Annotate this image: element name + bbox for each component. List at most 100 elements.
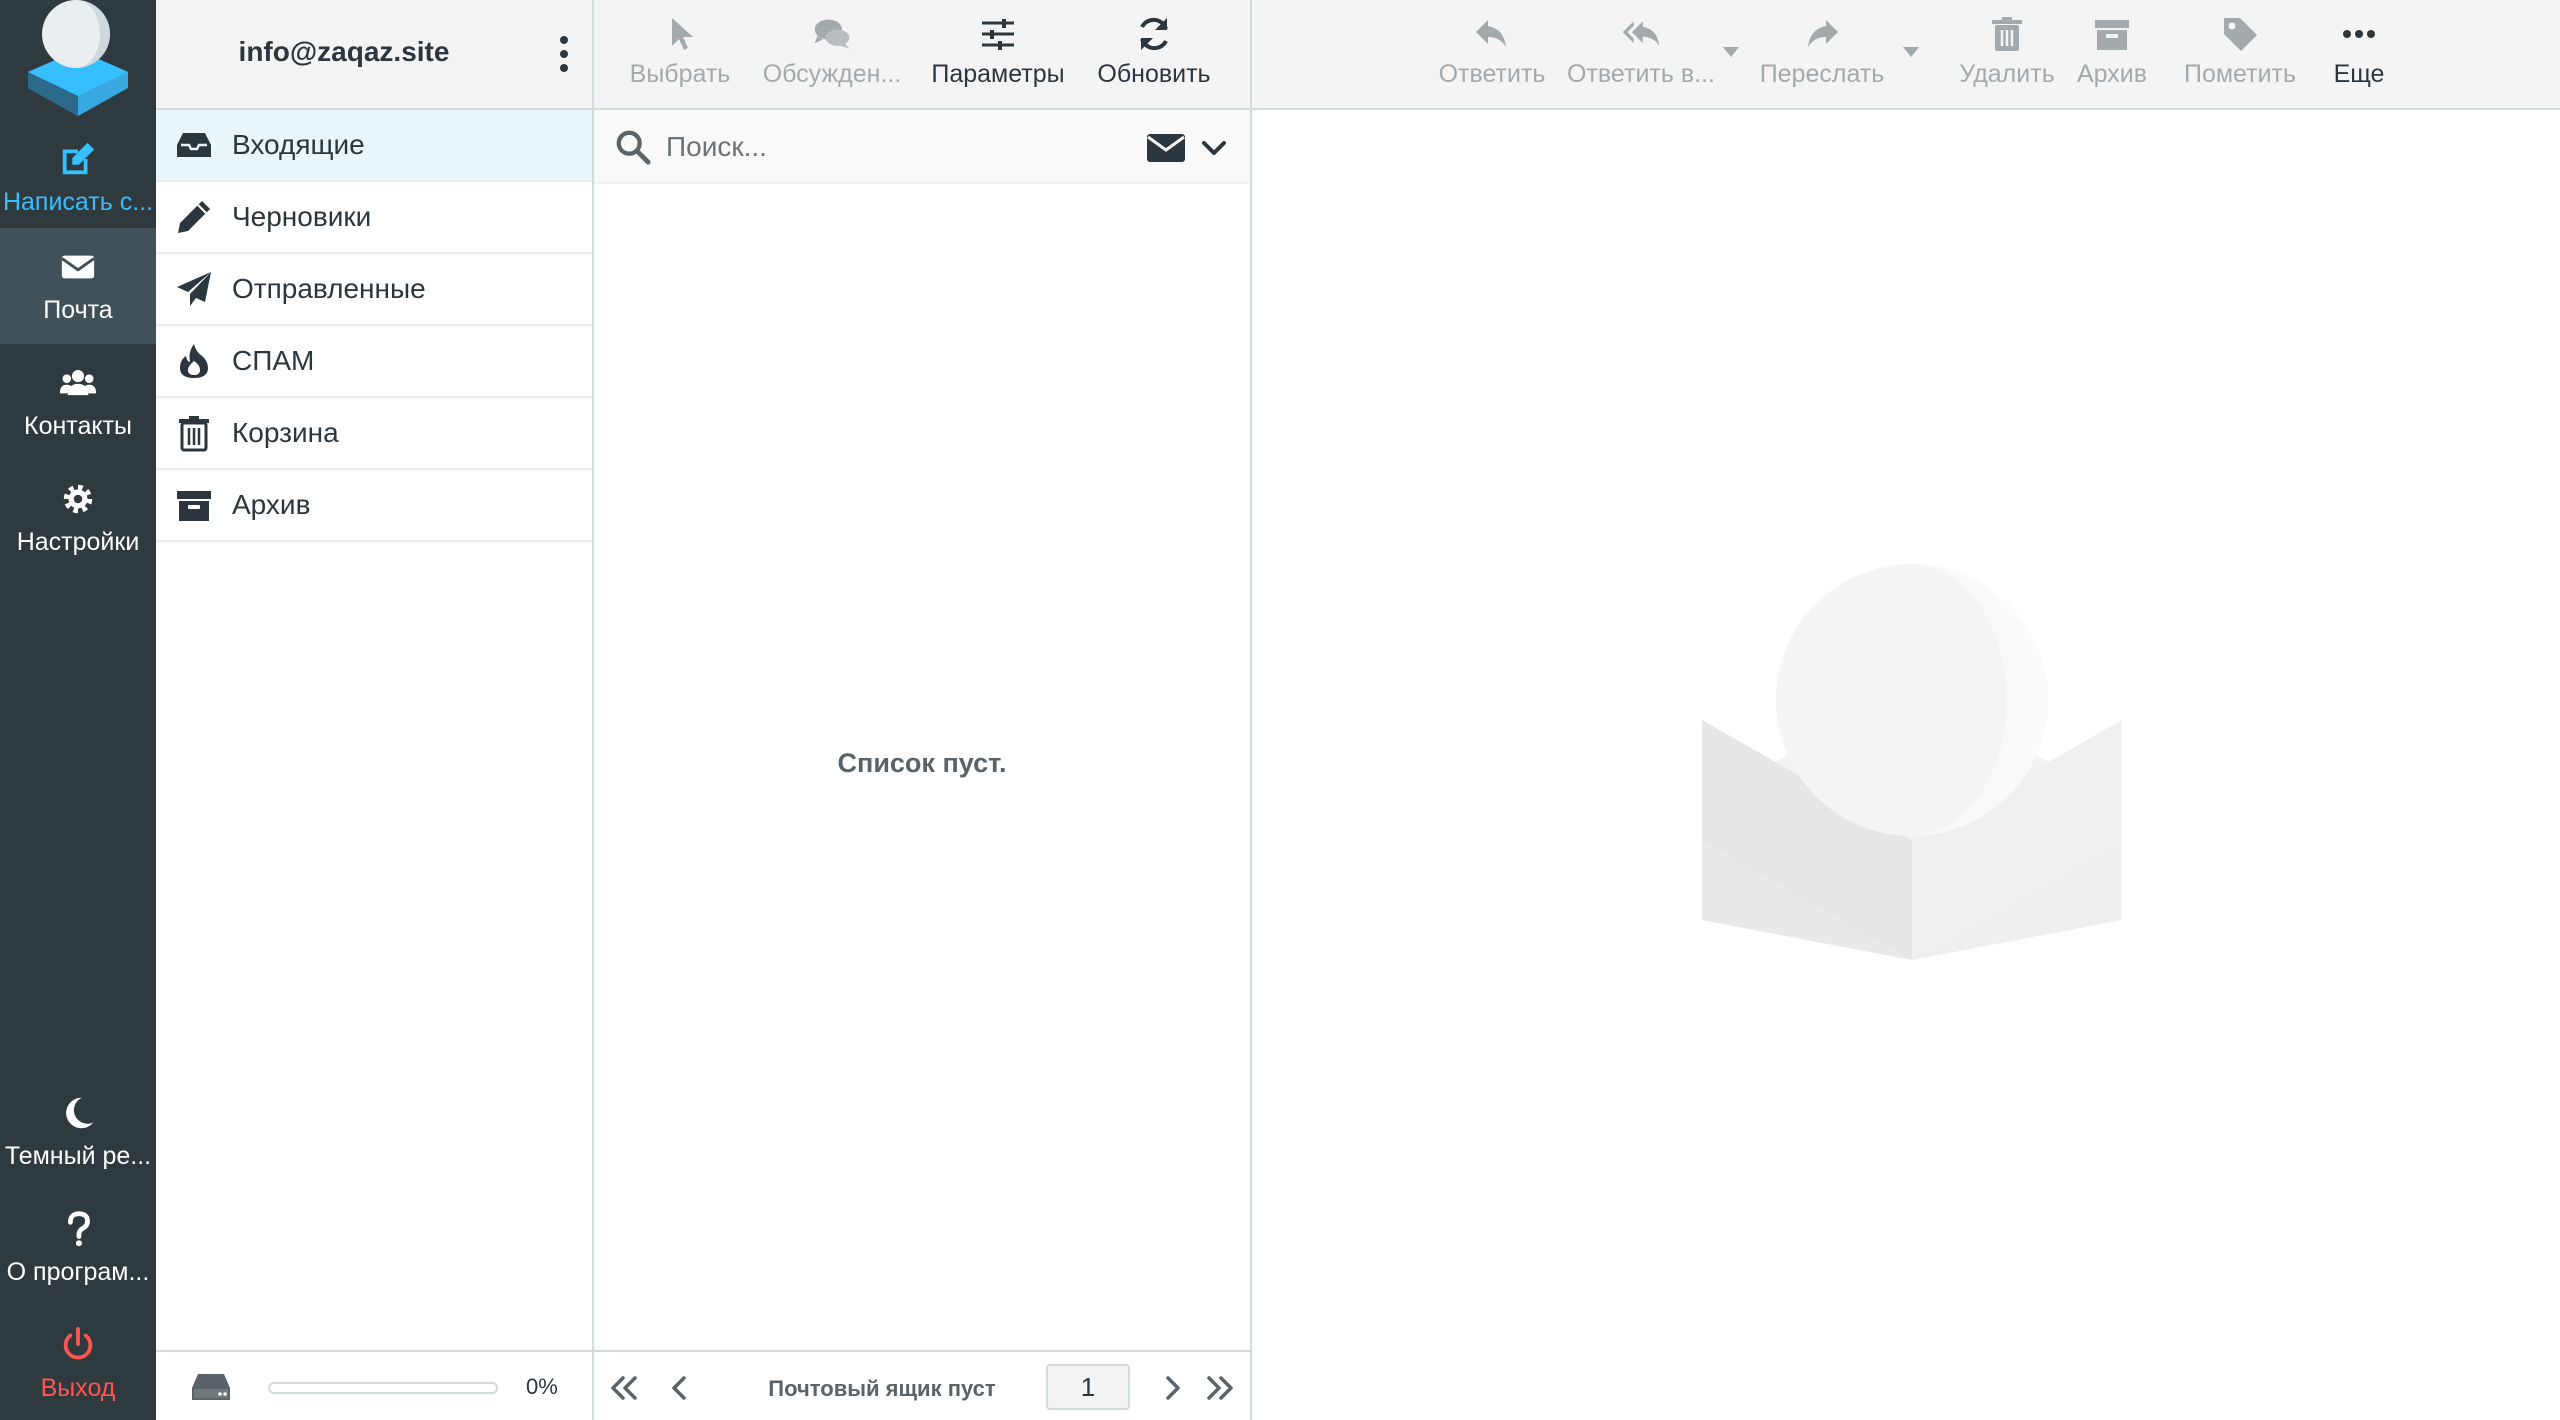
reply-all-label: Ответить в...	[1567, 60, 1715, 88]
folder-label: Архив	[232, 489, 311, 520]
archive-label: Архив	[2076, 60, 2148, 88]
compose-icon	[62, 142, 95, 174]
first-page-icon[interactable]	[606, 1370, 642, 1406]
archive-button[interactable]: Архив	[2070, 0, 2154, 108]
folder-label: Входящие	[232, 129, 365, 160]
message-list-panel: Выбрать Обсужден... Параметры Обновить П…	[594, 0, 1252, 1420]
chevron-down-icon[interactable]	[1200, 134, 1228, 162]
prev-page-icon[interactable]	[662, 1370, 698, 1406]
nav-mail[interactable]: Почта	[0, 228, 156, 344]
gear-icon	[63, 484, 93, 513]
fire-icon	[180, 344, 208, 378]
reply-button[interactable]: Ответить	[1422, 0, 1562, 108]
threads-label: Обсужден...	[762, 60, 902, 88]
settings-label: Настройки	[16, 527, 140, 556]
pointer-icon	[672, 18, 693, 50]
moon-icon	[66, 1097, 94, 1128]
folder-drafts[interactable]: Черновики	[156, 182, 592, 254]
folder-trash[interactable]: Корзина	[156, 398, 592, 470]
contacts-label: Контакты	[24, 411, 132, 440]
archive-icon	[177, 491, 211, 521]
reply-all-button[interactable]: Ответить в...	[1556, 0, 1726, 108]
question-icon	[68, 1210, 90, 1246]
page-number-input[interactable]	[1046, 1364, 1130, 1410]
about-button[interactable]: О програм...	[0, 1190, 156, 1306]
nav-contacts[interactable]: Контакты	[0, 344, 156, 460]
kebab-menu-icon[interactable]	[554, 34, 574, 74]
pencil-icon	[178, 201, 210, 233]
more-button[interactable]: Еще	[2324, 0, 2394, 108]
mark-button[interactable]: Пометить	[2176, 0, 2304, 108]
roundcube-logo[interactable]	[20, 0, 136, 116]
dark-mode-label: Темный ре...	[4, 1141, 152, 1170]
nav-settings[interactable]: Настройки	[0, 460, 156, 576]
folder-inbox[interactable]: Входящие	[156, 110, 592, 182]
mail-label: Почта	[43, 295, 113, 324]
folder-spam[interactable]: СПАМ	[156, 326, 592, 398]
sliders-icon	[982, 19, 1014, 50]
mailbox-status: Почтовый ящик пуст	[768, 1376, 996, 1401]
forward-dropdown-icon[interactable]	[1902, 46, 1920, 58]
search-icon	[616, 130, 651, 165]
folder-sent[interactable]: Отправленные	[156, 254, 592, 326]
reply-icon	[1476, 20, 1506, 47]
select-button[interactable]: Выбрать	[624, 0, 736, 108]
message-preview-panel: Ответить Ответить в... Переслать Удалить…	[1252, 0, 2560, 1420]
folder-panel: info@zaqaz.site Входящие Черновики Отпра…	[156, 0, 594, 1420]
envelope-filter-icon[interactable]	[1146, 132, 1186, 164]
roundcube-watermark-icon	[1702, 564, 2122, 960]
message-toolbar: Ответить Ответить в... Переслать Удалить…	[1252, 0, 2560, 110]
tag-icon	[2224, 18, 2257, 51]
forward-icon	[1808, 20, 1838, 47]
paper-plane-icon	[177, 272, 211, 306]
options-button[interactable]: Параметры	[928, 0, 1068, 108]
trash-icon	[1992, 17, 2022, 51]
empty-list-message: Список пуст.	[837, 748, 1007, 778]
quota-bar-area: 0%	[156, 1350, 592, 1420]
inbox-icon	[177, 133, 211, 157]
folder-archive[interactable]: Архив	[156, 470, 592, 542]
dark-mode-toggle[interactable]: Темный ре...	[0, 1074, 156, 1190]
quota-percent: 0%	[526, 1374, 558, 1399]
folder-label: Корзина	[232, 417, 339, 448]
delete-label: Удалить	[1959, 60, 2055, 88]
hard-drive-icon	[192, 1374, 230, 1400]
compose-button[interactable]: Написать с...	[0, 120, 156, 236]
select-label: Выбрать	[629, 60, 731, 88]
quota-progress	[268, 1382, 498, 1394]
power-icon	[63, 1326, 93, 1359]
comments-icon	[814, 19, 850, 49]
users-icon	[59, 369, 97, 395]
last-page-icon[interactable]	[1202, 1370, 1238, 1406]
delete-button[interactable]: Удалить	[1952, 0, 2062, 108]
reply-label: Ответить	[1438, 60, 1546, 88]
reply-all-dropdown-icon[interactable]	[1722, 46, 1740, 58]
forward-button[interactable]: Переслать	[1752, 0, 1892, 108]
logout-button[interactable]: Выход	[0, 1306, 156, 1420]
trash-icon	[179, 416, 209, 452]
ellipsis-icon	[2343, 30, 2375, 38]
threads-button[interactable]: Обсужден...	[762, 0, 902, 108]
list-toolbar: Выбрать Обсужден... Параметры Обновить	[594, 0, 1250, 110]
account-email: info@zaqaz.site	[238, 36, 450, 67]
refresh-icon	[1140, 17, 1168, 51]
search-bar	[594, 110, 1250, 184]
reply-all-icon	[1622, 21, 1660, 46]
pagination-bar: Почтовый ящик пуст	[594, 1350, 1250, 1420]
forward-label: Переслать	[1759, 60, 1885, 88]
more-label: Еще	[2333, 60, 2385, 88]
refresh-label: Обновить	[1097, 60, 1211, 88]
next-page-icon[interactable]	[1154, 1370, 1190, 1406]
options-label: Параметры	[931, 60, 1065, 88]
compose-label: Написать с...	[2, 187, 154, 216]
account-header: info@zaqaz.site	[156, 0, 592, 110]
about-label: О програм...	[6, 1257, 150, 1286]
search-input[interactable]	[666, 122, 1106, 172]
envelope-icon	[61, 255, 95, 278]
mark-label: Пометить	[2183, 60, 2297, 88]
logout-label: Выход	[40, 1373, 116, 1402]
refresh-button[interactable]: Обновить	[1088, 0, 1220, 108]
folder-label: Отправленные	[232, 273, 426, 304]
folder-label: СПАМ	[232, 345, 315, 376]
archive-icon	[2095, 20, 2129, 50]
